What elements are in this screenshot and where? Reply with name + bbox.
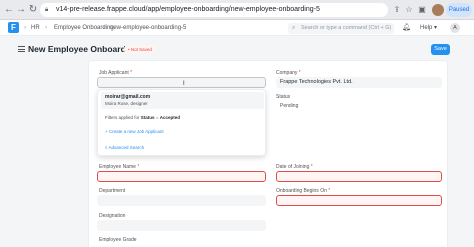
employee-name-label: Employee Name * xyxy=(99,164,140,170)
save-button[interactable]: Save xyxy=(431,44,450,55)
help-menu[interactable]: Help ▾ xyxy=(420,23,437,33)
search-input[interactable]: ⌕ Search or type a command (Ctrl + G) xyxy=(288,23,394,34)
breadcrumb-separator-icon: › xyxy=(103,25,105,31)
breadcrumb-current: new-employee-onboarding-5 xyxy=(110,25,187,31)
browser-chrome: ← → ↻ 🔒︎ v14-pre-release.frappe.cloud/ap… xyxy=(0,0,474,20)
status-label: Status xyxy=(276,94,291,100)
dropdown-option[interactable]: moirar@gmail.com Moira Rose, designer xyxy=(101,92,264,109)
notification-bell-icon[interactable]: 🔔︎ xyxy=(402,23,411,31)
breadcrumb-separator-icon: › xyxy=(24,25,26,31)
job-applicant-field[interactable] xyxy=(97,77,266,88)
help-label: Help xyxy=(420,25,433,31)
bookmark-star-icon[interactable]: ☆ xyxy=(404,3,414,17)
search-icon: ⌕ xyxy=(292,25,296,31)
option-email: moirar@gmail.com xyxy=(105,94,151,100)
share-icon[interactable]: ⇪ xyxy=(392,3,402,17)
reload-icon[interactable]: ↻ xyxy=(27,4,39,16)
job-applicant-label: Job Applicant * xyxy=(99,70,133,76)
sidebar-toggle-icon[interactable] xyxy=(18,46,25,52)
frappe-logo[interactable]: F xyxy=(8,22,19,33)
lock-icon: 🔒︎ xyxy=(45,7,49,13)
date-of-joining-label: Date of Joining * xyxy=(276,164,313,170)
designation-label: Designation xyxy=(99,213,126,219)
onboarding-begins-field[interactable] xyxy=(276,195,442,206)
option-subtitle: Moira Rose, designer xyxy=(105,101,148,106)
department-label: Department xyxy=(99,188,126,194)
create-job-applicant-link[interactable]: + Create a new Job Applicant xyxy=(105,129,164,134)
browser-profile-avatar[interactable] xyxy=(432,4,444,16)
extensions-icon[interactable]: ▣ xyxy=(417,3,427,17)
department-field[interactable] xyxy=(97,195,266,206)
date-of-joining-field[interactable] xyxy=(276,171,442,182)
url-text: v14-pre-release.frappe.cloud/app/employe… xyxy=(56,6,320,13)
employee-name-field[interactable] xyxy=(97,171,266,182)
paused-badge[interactable]: Paused xyxy=(446,3,472,17)
filter-note: Filters applied for Status = Accepted xyxy=(105,115,180,120)
back-icon[interactable]: ← xyxy=(3,4,15,16)
status-badge: • Not Saved xyxy=(124,45,156,54)
employee-grade-label: Employee Grade xyxy=(99,237,137,243)
onboarding-begins-label: Onboarding Begins On * xyxy=(276,188,331,194)
company-label: Company * xyxy=(276,70,301,76)
user-avatar[interactable]: A xyxy=(450,23,460,33)
breadcrumb-separator-icon: › xyxy=(45,25,47,31)
status-value: Pending xyxy=(280,103,299,109)
designation-field[interactable] xyxy=(97,220,266,231)
text-cursor-icon: I xyxy=(183,81,185,87)
company-field[interactable]: Frappe Technologies Pvt. Ltd. xyxy=(276,77,442,88)
url-bar[interactable]: 🔒︎ v14-pre-release.frappe.cloud/app/empl… xyxy=(40,3,388,17)
job-applicant-dropdown: moirar@gmail.com Moira Rose, designer Fi… xyxy=(97,89,266,156)
page-title: New Employee Onboarding xyxy=(28,44,139,54)
search-placeholder: Search or type a command (Ctrl + G) xyxy=(301,25,392,31)
search-icon: ⌕ xyxy=(105,145,108,150)
forward-icon[interactable]: → xyxy=(15,4,27,16)
advanced-search-link[interactable]: ⌕ Advanced Search xyxy=(105,145,144,150)
breadcrumb-hr[interactable]: HR xyxy=(31,23,40,33)
app-navbar: F › HR › Employee Onboarding › new-emplo… xyxy=(0,20,474,36)
